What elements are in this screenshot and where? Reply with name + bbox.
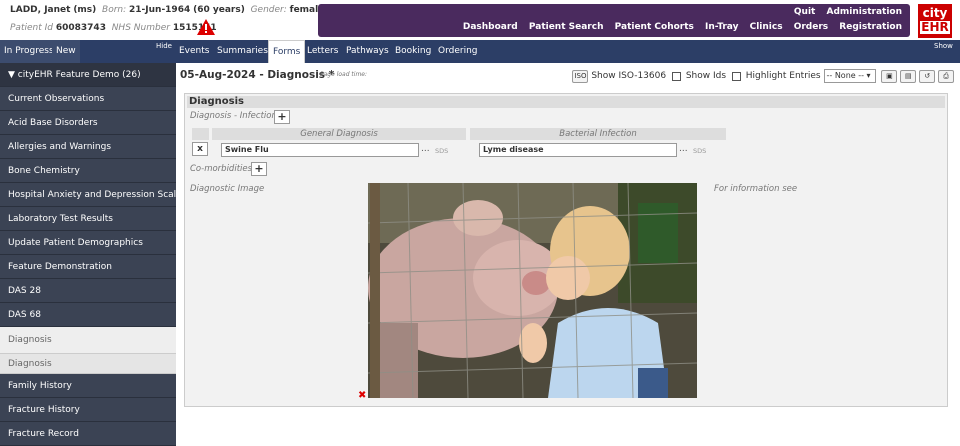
- main-content: 05-Aug-2024 - Diagnosis * Page load time…: [178, 63, 960, 445]
- highlight-label: Highlight Entries: [745, 71, 821, 81]
- remove-image-icon[interactable]: ✖: [358, 390, 366, 401]
- add-comorbidity-button[interactable]: +: [251, 162, 267, 176]
- show-link[interactable]: Show: [934, 42, 953, 50]
- form-toolbar: ISO Show ISO-13606 Show Ids Highlight En…: [572, 69, 954, 85]
- save-icon[interactable]: ▣: [881, 69, 898, 83]
- diagnostic-image-photo: [368, 183, 697, 398]
- iso-button[interactable]: ISO: [572, 69, 589, 83]
- general-sds-link[interactable]: SDS: [435, 147, 448, 155]
- sidebar-item-das28[interactable]: DAS 28: [0, 279, 176, 303]
- patient-id-label: Patient Id: [10, 23, 53, 33]
- tab-new[interactable]: New: [52, 40, 80, 63]
- nav-administration[interactable]: Administration: [826, 7, 902, 17]
- sidebar-item-feature-demonstration[interactable]: Feature Demonstration: [0, 255, 176, 279]
- nav-in-tray[interactable]: In-Tray: [705, 22, 738, 32]
- nav-orders[interactable]: Orders: [794, 22, 828, 32]
- nav-patient-search[interactable]: Patient Search: [529, 22, 604, 32]
- tab-booking[interactable]: Booking: [391, 40, 435, 63]
- tab-pathways[interactable]: Pathways: [342, 40, 393, 63]
- show-iso-label: Show ISO-13606: [591, 71, 667, 81]
- nav-quit[interactable]: Quit: [794, 7, 815, 17]
- diagnostic-image-label: Diagnostic Image: [190, 184, 265, 194]
- sidebar-item-diagnosis-selected[interactable]: Diagnosis: [0, 327, 176, 354]
- sidebar-item-family-history[interactable]: Family History: [0, 374, 176, 398]
- tab-bar: In Progress New Hide Events Summaries Fo…: [0, 40, 960, 63]
- refresh-icon[interactable]: ↺: [919, 69, 936, 83]
- patient-dob: 21-Jun-1964: [129, 5, 191, 15]
- form-title: 05-Aug-2024 - Diagnosis *: [180, 69, 335, 81]
- hide-sidebar-link[interactable]: Hide: [156, 42, 172, 50]
- sidebar-item-update-demographics[interactable]: Update Patient Demographics: [0, 231, 176, 255]
- patient-name: LADD, Janet: [10, 5, 71, 15]
- sidebar-item-das68[interactable]: DAS 68: [0, 303, 176, 327]
- warning-icon[interactable]: [197, 19, 215, 35]
- column-bacterial-infection: Bacterial Infection: [470, 128, 726, 140]
- infection-label: Diagnosis - Infection: [190, 111, 277, 121]
- gender-label: Gender:: [250, 5, 287, 15]
- main-nav: Quit Administration Dashboard Patient Se…: [318, 4, 910, 37]
- tab-summaries[interactable]: Summaries: [213, 40, 272, 63]
- nav-top-row: Quit Administration: [786, 7, 902, 17]
- information-label: For information see: [714, 184, 798, 194]
- nav-dashboard[interactable]: Dashboard: [463, 22, 518, 32]
- sidebar-item-diagnosis[interactable]: Diagnosis: [0, 354, 176, 374]
- remove-row-button[interactable]: x: [192, 142, 208, 156]
- diagnosis-panel: Diagnosis Diagnosis - Infection + Genera…: [184, 93, 948, 407]
- column-general-diagnosis: General Diagnosis: [212, 128, 466, 140]
- sidebar-item-hads[interactable]: Hospital Anxiety and Depression Scale: [0, 183, 182, 207]
- nav-registration[interactable]: Registration: [839, 22, 902, 32]
- sidebar-group-header[interactable]: ▼ cityEHR Feature Demo (26): [0, 63, 176, 87]
- patient-age: (60 years): [193, 5, 245, 15]
- born-label: Born:: [102, 5, 127, 15]
- tab-in-progress[interactable]: In Progress: [0, 40, 58, 63]
- sidebar-item-fracture-record[interactable]: Fracture Record: [0, 422, 176, 446]
- sidebar-item-allergies-warnings[interactable]: Allergies and Warnings: [0, 135, 176, 159]
- column-spacer: [192, 128, 209, 140]
- highlight-select[interactable]: -- None -- ▾: [823, 69, 876, 83]
- patient-banner: LADD, Janet (ms) Born: 21-Jun-1964 (60 y…: [0, 0, 960, 40]
- patient-ids-line: Patient Id 60083743 NHS Number 1515151: [10, 23, 217, 33]
- forms-sidebar: ▼ cityEHR Feature Demo (26) Current Obse…: [0, 63, 182, 446]
- general-lookup-button[interactable]: ...: [421, 144, 430, 154]
- page-load-time: Page load time:: [320, 71, 368, 78]
- tab-ordering[interactable]: Ordering: [434, 40, 482, 63]
- nav-bottom-row: Dashboard Patient Search Patient Cohorts…: [455, 22, 902, 32]
- nav-patient-cohorts[interactable]: Patient Cohorts: [615, 22, 694, 32]
- general-diagnosis-field[interactable]: Swine Flu: [221, 143, 419, 157]
- bacterial-sds-link[interactable]: SDS: [693, 147, 706, 155]
- comorbidities-label: Co-morbidities: [190, 164, 253, 174]
- print-icon[interactable]: ⎙: [938, 69, 954, 83]
- bacterial-infection-field[interactable]: Lyme disease: [479, 143, 677, 157]
- sidebar-item-bone-chemistry[interactable]: Bone Chemistry: [0, 159, 176, 183]
- bacterial-lookup-button[interactable]: ...: [679, 144, 688, 154]
- city-ehr-logo[interactable]: city EHR: [918, 4, 952, 38]
- add-infection-button[interactable]: +: [274, 110, 290, 124]
- patient-title: (ms): [73, 5, 97, 15]
- nav-clinics[interactable]: Clinics: [750, 22, 783, 32]
- nhs-label: NHS Number: [111, 23, 170, 33]
- layout-icon[interactable]: ▤: [900, 69, 917, 83]
- show-iso-checkbox[interactable]: [671, 71, 681, 81]
- patient-id: 60083743: [55, 23, 106, 33]
- show-ids-label: Show Ids: [685, 71, 727, 81]
- panel-title: Diagnosis: [187, 96, 945, 108]
- sidebar-item-lab-results[interactable]: Laboratory Test Results: [0, 207, 176, 231]
- patient-summary-line: LADD, Janet (ms) Born: 21-Jun-1964 (60 y…: [10, 5, 324, 15]
- show-ids-checkbox[interactable]: [731, 71, 741, 81]
- tab-forms[interactable]: Forms: [268, 40, 306, 63]
- sidebar-item-fracture-history[interactable]: Fracture History: [0, 398, 176, 422]
- tab-events[interactable]: Events: [175, 40, 213, 63]
- sidebar-item-current-observations[interactable]: Current Observations: [0, 87, 176, 111]
- tab-letters[interactable]: Letters: [303, 40, 342, 63]
- sidebar-item-acid-base-disorders[interactable]: Acid Base Disorders: [0, 111, 176, 135]
- diagnostic-image: [368, 183, 697, 398]
